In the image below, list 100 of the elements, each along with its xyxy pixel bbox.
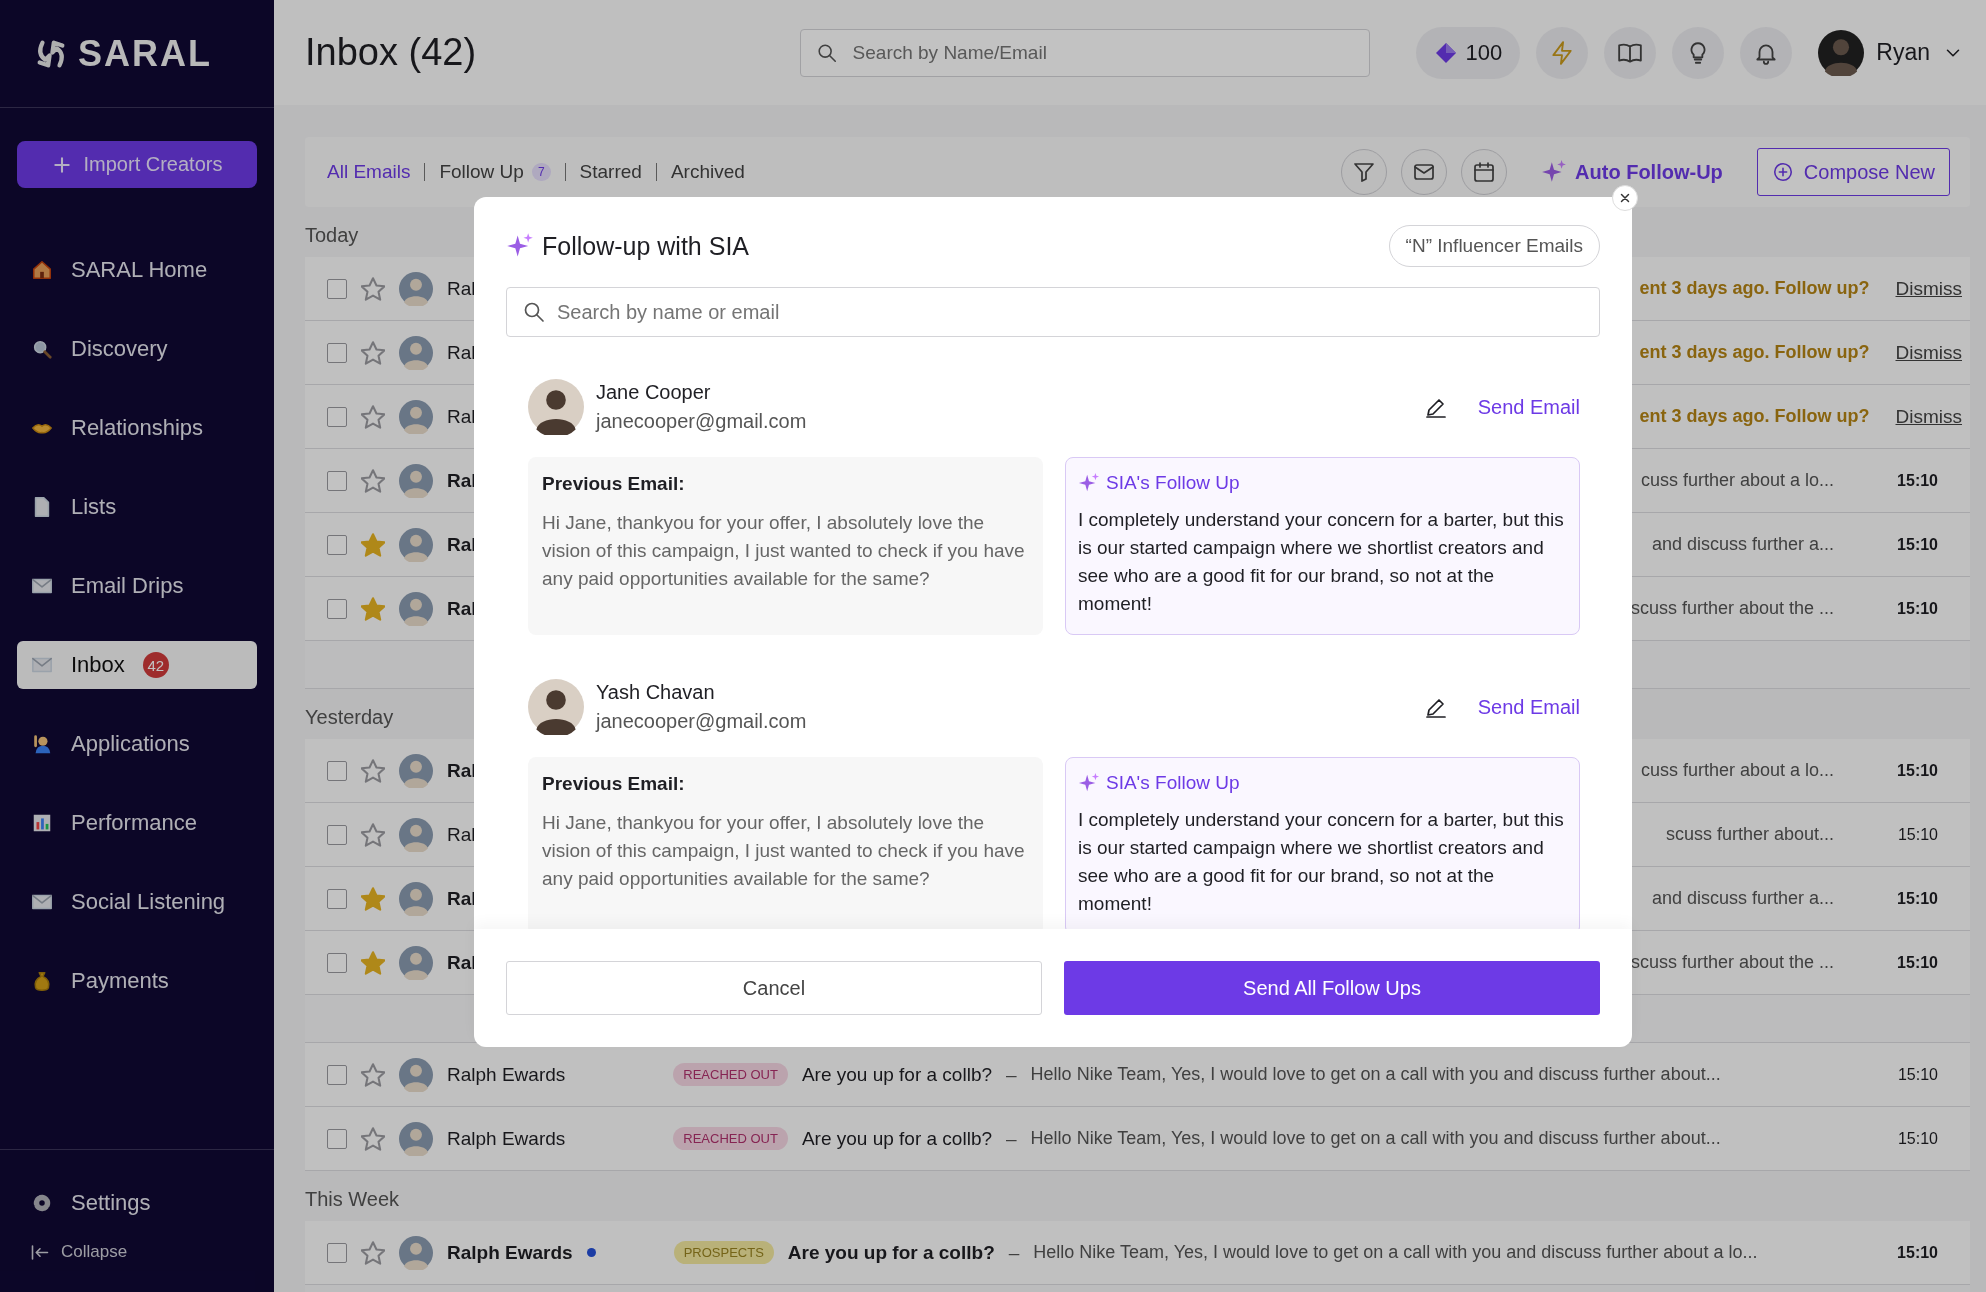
tab[interactable]: Follow Up 7 — [439, 161, 551, 183]
sender-name: Ral — [447, 341, 476, 364]
avatar — [399, 399, 433, 434]
send-email-link[interactable]: Send Email — [1477, 695, 1580, 719]
filter-button[interactable] — [1341, 149, 1388, 195]
auto-follow-up-button[interactable]: Auto Follow-Up — [1535, 158, 1729, 186]
house-icon — [31, 259, 53, 281]
cancel-button[interactable]: Cancel — [506, 961, 1042, 1015]
nav-item[interactable]: SARAL Home — [17, 246, 257, 294]
tab[interactable]: Archived — [670, 161, 745, 183]
star-icon[interactable] — [361, 758, 385, 783]
star-icon[interactable] — [361, 468, 385, 493]
star-icon[interactable] — [361, 1062, 385, 1087]
checkbox[interactable] — [327, 470, 347, 491]
nav-item[interactable]: Payments — [17, 957, 257, 1005]
email-time: 15:10 — [1896, 1065, 1938, 1084]
star-icon[interactable] — [361, 950, 385, 975]
star-icon[interactable] — [361, 596, 385, 621]
email-time: 15:10 — [1896, 471, 1938, 490]
page-title: Inbox (42) — [305, 31, 478, 74]
email-time: 15:10 — [1896, 825, 1938, 844]
search-field[interactable]: Search by name or email — [506, 287, 1600, 337]
plus-icon — [51, 154, 72, 175]
nav-item[interactable]: Lists — [17, 483, 257, 531]
checkbox[interactable] — [327, 534, 347, 555]
sender-name: Ralph Ewards — [447, 1063, 566, 1086]
send-email-link[interactable]: Send Email — [1477, 395, 1580, 419]
creator-name: Jane Cooper — [596, 381, 712, 404]
nav-item[interactable]: Applications — [17, 720, 257, 768]
checkbox[interactable] — [327, 760, 347, 781]
collapse-button[interactable]: Collapse — [17, 1242, 257, 1262]
nav-item[interactable]: Relationships — [17, 404, 257, 452]
email-row[interactable]: Ralph Ewards REACHED OUT Are you up for a collb? – Hello Nike Team, Yes, I would love to get on a call with you and discuss further about... 15:10 — [305, 1107, 1970, 1171]
checkbox[interactable] — [327, 952, 347, 973]
creator-name: Yash Chavan — [596, 681, 716, 704]
nav-item[interactable]: Performance — [17, 799, 257, 847]
email-row[interactable]: Ralph Ewards REACHED OUT Are you up for a collb? – Hello Nike Team, Yes, I would love to get on a call with you and discuss further about... 15:10 — [305, 1043, 1970, 1107]
checkbox[interactable] — [327, 888, 347, 909]
settings-nav-item[interactable]: Settings — [17, 1190, 257, 1216]
star-icon[interactable] — [361, 340, 385, 365]
nav-item[interactable]: Discovery — [17, 325, 257, 373]
checkbox[interactable] — [327, 278, 347, 299]
avatar — [399, 1235, 433, 1270]
dash: – — [1006, 1127, 1017, 1150]
send-all-button[interactable]: Send All Follow Ups — [1064, 961, 1600, 1015]
email-time: 15:10 — [1896, 953, 1938, 972]
star-icon[interactable] — [361, 404, 385, 429]
tab[interactable]: All Emails — [327, 161, 411, 183]
checkbox[interactable] — [327, 1242, 347, 1263]
sender-name: Ralph Ewards — [447, 1241, 573, 1264]
calendar-button[interactable] — [1461, 149, 1508, 195]
email-row[interactable]: Ralph Ewards PROSPECTS Are you up for a collb? – Hello Nike Team, Yes, I would love to get on a call with you and discuss further about a lo... 15:10 — [305, 1221, 1970, 1285]
card-label: SIA's Follow Up — [1106, 772, 1240, 794]
star-icon[interactable] — [361, 1126, 385, 1151]
email-time: 15:10 — [1896, 599, 1938, 618]
nav-item[interactable]: Inbox 42 — [17, 641, 257, 689]
status-tag: REACHED OUT — [673, 1127, 788, 1150]
plus-circle-icon — [1771, 161, 1794, 183]
dash: – — [1006, 1063, 1017, 1086]
email-snippet: scuss further about the ... — [1630, 598, 1834, 619]
checkbox[interactable] — [327, 824, 347, 845]
count-badge: 42 — [142, 652, 169, 678]
checkbox[interactable] — [327, 342, 347, 363]
nav-item[interactable]: Email Drips — [17, 562, 257, 610]
import-creators-button[interactable]: Import Creators — [17, 141, 257, 188]
dismiss-link[interactable]: Dismiss — [1895, 277, 1962, 300]
email-time: 15:10 — [1896, 1243, 1938, 1262]
avatar — [399, 1121, 433, 1156]
star-icon[interactable] — [361, 532, 385, 557]
avatar — [528, 379, 584, 435]
tab[interactable]: Starred — [579, 161, 642, 183]
dismiss-link[interactable]: Dismiss — [1895, 341, 1962, 364]
avatar — [399, 335, 433, 370]
mail-button[interactable] — [1401, 149, 1448, 195]
checkbox[interactable] — [327, 598, 347, 619]
email-snippet: and discuss further a... — [1651, 534, 1834, 555]
close-icon — [1618, 191, 1632, 205]
email-snippet: scuss further about the ... — [1630, 952, 1834, 973]
follow-up-note: ent 3 days ago. Follow up? — [1639, 278, 1870, 299]
nav-item[interactable]: Social Listening — [17, 878, 257, 926]
dash: – — [1008, 1241, 1020, 1264]
dismiss-link[interactable]: Dismiss — [1895, 405, 1962, 428]
credits-pill[interactable]: 100 — [1415, 26, 1521, 79]
checkbox[interactable] — [327, 1064, 347, 1085]
email-subject: Are you up for a collb? — [801, 1063, 993, 1086]
star-icon[interactable] — [361, 822, 385, 847]
date-group-label: Today — [305, 223, 359, 248]
checkbox[interactable] — [327, 1128, 347, 1149]
checkbox[interactable] — [327, 406, 347, 427]
star-icon[interactable] — [361, 1240, 385, 1265]
star-icon[interactable] — [361, 886, 385, 911]
star-icon[interactable] — [361, 276, 385, 301]
email-time: 15:10 — [1896, 1129, 1938, 1148]
credits-count: 100 — [1465, 39, 1503, 66]
compose-new-button[interactable]: Compose New — [1756, 148, 1950, 196]
sender-name: Ral — [447, 823, 476, 846]
avatar — [399, 945, 433, 980]
date-group-label: Yesterday — [305, 705, 394, 730]
search-field[interactable]: Search by Name/Email — [799, 28, 1370, 77]
email-time: 15:10 — [1896, 889, 1938, 908]
